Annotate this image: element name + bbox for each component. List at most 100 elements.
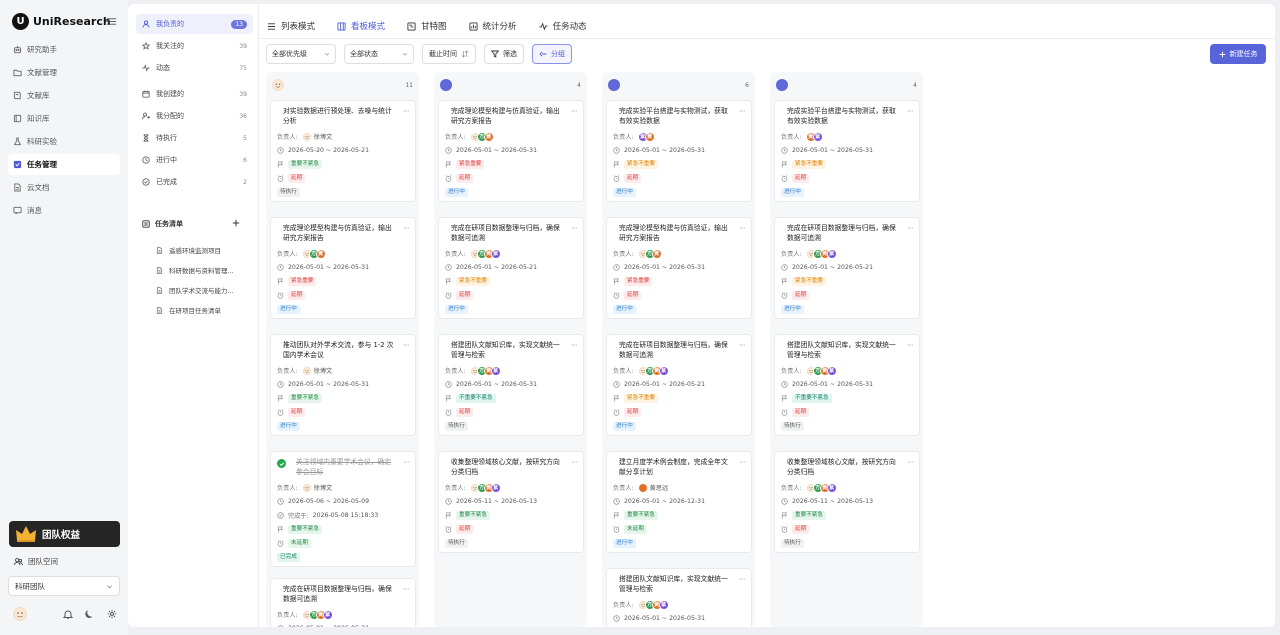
task-date: 2026-05-01 ~ 2026-05-31: [624, 615, 706, 623]
task-card[interactable]: 建立月度学术例会制度，完成全年文献分享计划 ··· 负责人: 黄思远 2026-0…: [606, 451, 752, 553]
settings-icon[interactable]: [107, 609, 117, 619]
owner-avatar: 紫: [812, 131, 823, 142]
tasklist-item[interactable]: 在研项目任务清单: [156, 300, 246, 320]
more-icon[interactable]: ···: [907, 107, 914, 116]
tab-0[interactable]: 列表模式: [267, 18, 315, 34]
nav-item-0[interactable]: 研究助手: [8, 39, 120, 60]
more-icon[interactable]: ···: [739, 458, 746, 467]
tasklist-item[interactable]: 科研数据与资料管理...: [156, 260, 246, 280]
more-icon[interactable]: ···: [907, 224, 914, 233]
owner-avatars: 方黄: [469, 131, 494, 142]
nav-item-5[interactable]: 任务管理: [8, 154, 120, 175]
task-card[interactable]: 搭建团队文献知识库，实现文献统一管理与检索 ··· 负责人: 方黄紫 2026-0…: [774, 334, 920, 436]
more-icon[interactable]: ···: [403, 107, 410, 116]
tab-4[interactable]: 任务动态: [539, 18, 587, 34]
subnav-item-7[interactable]: 已完成 2: [136, 172, 253, 192]
nav-item-7[interactable]: 消息: [8, 200, 120, 221]
more-icon[interactable]: ···: [403, 341, 410, 350]
user-avatar[interactable]: [13, 607, 27, 621]
tab-2[interactable]: 甘特图: [407, 18, 447, 34]
nav-item-6[interactable]: 云文档: [8, 177, 120, 198]
task-card[interactable]: 对实验数据进行预处理、去噪与统计分析 ··· 负责人: 徐博文 2026-05-2…: [270, 100, 416, 202]
more-icon[interactable]: ···: [739, 575, 746, 584]
task-card[interactable]: 完成在研项目数据整理与归档，确保数据可追溯 ··· 负责人:方黄紫 2026-0…: [606, 334, 752, 436]
team-space-link[interactable]: 团队空间: [14, 556, 58, 567]
more-icon[interactable]: ···: [403, 224, 410, 233]
alarm-icon: [277, 409, 284, 416]
task-card[interactable]: 完成实验平台搭建与实物测试，获取有效实验数据 ··· 负责人: 紫黄 2026-0…: [606, 100, 752, 202]
task-card[interactable]: 完成在研项目数据整理与归档，确保数据可追溯 ··· 负责人:方黄紫 2026-0…: [270, 578, 416, 627]
task-checkbox[interactable]: [277, 459, 286, 468]
filter-button[interactable]: 筛选: [484, 44, 524, 64]
subnav-item-2[interactable]: 动态 75: [136, 58, 253, 78]
moon-icon[interactable]: [85, 609, 95, 619]
more-icon[interactable]: ···: [403, 585, 410, 594]
task-card[interactable]: 完成理论模型构建与仿真验证，输出研究方案报告 ··· 负责人: 方黄 2026-0…: [606, 217, 752, 319]
owner-row: 负责人: 方黄紫: [781, 481, 913, 495]
priority-row: 重要不紧急: [781, 509, 913, 523]
more-icon[interactable]: ···: [571, 458, 578, 467]
more-icon[interactable]: ···: [739, 224, 746, 233]
subnav-count: 36: [239, 112, 247, 120]
clock-icon: [277, 147, 284, 154]
more-icon[interactable]: ···: [739, 341, 746, 350]
task-card[interactable]: 完成在研项目数据整理与归档，确保数据可追溯 ··· 负责人:方黄紫 2026-0…: [774, 217, 920, 319]
group-button[interactable]: 分组: [532, 44, 572, 64]
subnav-item-4[interactable]: 我分配的 36: [136, 106, 253, 126]
sidebar-collapse-icon[interactable]: [106, 16, 117, 27]
subnav-item-0[interactable]: 我负责的 13: [136, 14, 253, 34]
task-card[interactable]: 完成在研项目数据整理与归档，确保数据可追溯 ··· 负责人:方黄紫 2026-0…: [438, 217, 584, 319]
task-card[interactable]: 收集整理领域核心文献，按研究方向分类归档 ··· 负责人: 方黄紫 2026-05…: [774, 451, 920, 553]
task-card[interactable]: 搭建团队文献知识库，实现文献统一管理与检索 ··· 负责人: 方黄紫 2026-0…: [606, 568, 752, 627]
owner-avatar: 紫: [826, 482, 837, 493]
nav-item-2[interactable]: 文献库: [8, 85, 120, 106]
team-select[interactable]: 科研团队: [8, 576, 120, 596]
nav-item-1[interactable]: 文献管理: [8, 62, 120, 83]
view-tabs: 列表模式 看板模式 甘特图 统计分析 任务动态: [267, 18, 587, 34]
app-logo[interactable]: U UniResearch: [12, 13, 111, 30]
clock-icon: [445, 264, 452, 271]
owner-label: 负责人:: [445, 485, 466, 493]
owner-label: 负责人:: [277, 612, 298, 620]
add-tasklist-icon[interactable]: [232, 219, 240, 227]
more-icon[interactable]: ···: [571, 224, 578, 233]
more-icon[interactable]: ···: [571, 107, 578, 116]
bell-icon[interactable]: [63, 609, 73, 619]
owner-avatar: 紫: [490, 248, 501, 259]
task-card[interactable]: 搭建团队文献知识库，实现文献统一管理与检索 ··· 负责人: 方黄紫 2026-0…: [438, 334, 584, 436]
nav-item-4[interactable]: 科研实验: [8, 131, 120, 152]
tasklist-item-label: 在研项目任务清单: [169, 307, 221, 315]
alarm-icon: [781, 526, 788, 533]
tasklist-item[interactable]: 团队学术交流与能力...: [156, 280, 246, 300]
status-select[interactable]: 全部状态: [344, 44, 414, 64]
nav-item-label: 文献库: [27, 91, 50, 100]
tab-1[interactable]: 看板模式: [337, 18, 385, 34]
delay-badge: 延期: [288, 174, 306, 184]
delay-row: 延期: [613, 406, 745, 420]
priority-row: 紧急不重要: [613, 158, 745, 172]
more-icon[interactable]: ···: [907, 341, 914, 350]
nav-item-3[interactable]: 知识库: [8, 108, 120, 129]
tab-3[interactable]: 统计分析: [468, 18, 517, 34]
subnav-item-1[interactable]: 我关注的 39: [136, 36, 253, 56]
task-card[interactable]: 收集整理领域核心文献，按研究方向分类归档 ··· 负责人: 方黄紫 2026-05…: [438, 451, 584, 553]
task-card[interactable]: 完成理论模型构建与仿真验证，输出研究方案报告 ··· 负责人: 方黄 2026-0…: [438, 100, 584, 202]
task-card[interactable]: 完成实验平台搭建与实物测试，获取有效实验数据 ··· 负责人: 黄紫 2026-0…: [774, 100, 920, 202]
subnav-item-3[interactable]: 我创建的 39: [136, 84, 253, 104]
more-icon[interactable]: ···: [403, 458, 410, 467]
column-header: 11: [272, 78, 413, 92]
priority-select[interactable]: 全部优先级: [266, 44, 336, 64]
more-icon[interactable]: ···: [739, 107, 746, 116]
task-card[interactable]: 推动团队对外学术交流，参与 1-2 次国内学术会议 ··· 负责人: 徐博文 20…: [270, 334, 416, 436]
deadline-sort-button[interactable]: 截止时间: [422, 44, 476, 64]
task-title: 完成在研项目数据整理与归档，确保数据可追溯: [619, 341, 728, 359]
subnav-item-5[interactable]: 待执行 5: [136, 128, 253, 148]
team-vip-banner[interactable]: 团队权益: [9, 521, 120, 547]
more-icon[interactable]: ···: [571, 341, 578, 350]
task-card[interactable]: 完成理论模型构建与仿真验证，输出研究方案报告 ··· 负责人: 方黄 2026-0…: [270, 217, 416, 319]
subnav-item-6[interactable]: 进行中 6: [136, 150, 253, 170]
more-icon[interactable]: ···: [907, 458, 914, 467]
task-card[interactable]: 关注领域内重要学术会议，确定参会目标 ··· 负责人: 徐博文 2026-05-0…: [270, 451, 416, 567]
new-task-button[interactable]: 新建任务: [1210, 44, 1266, 64]
tasklist-item[interactable]: 遥感环境监测项目: [156, 240, 246, 260]
